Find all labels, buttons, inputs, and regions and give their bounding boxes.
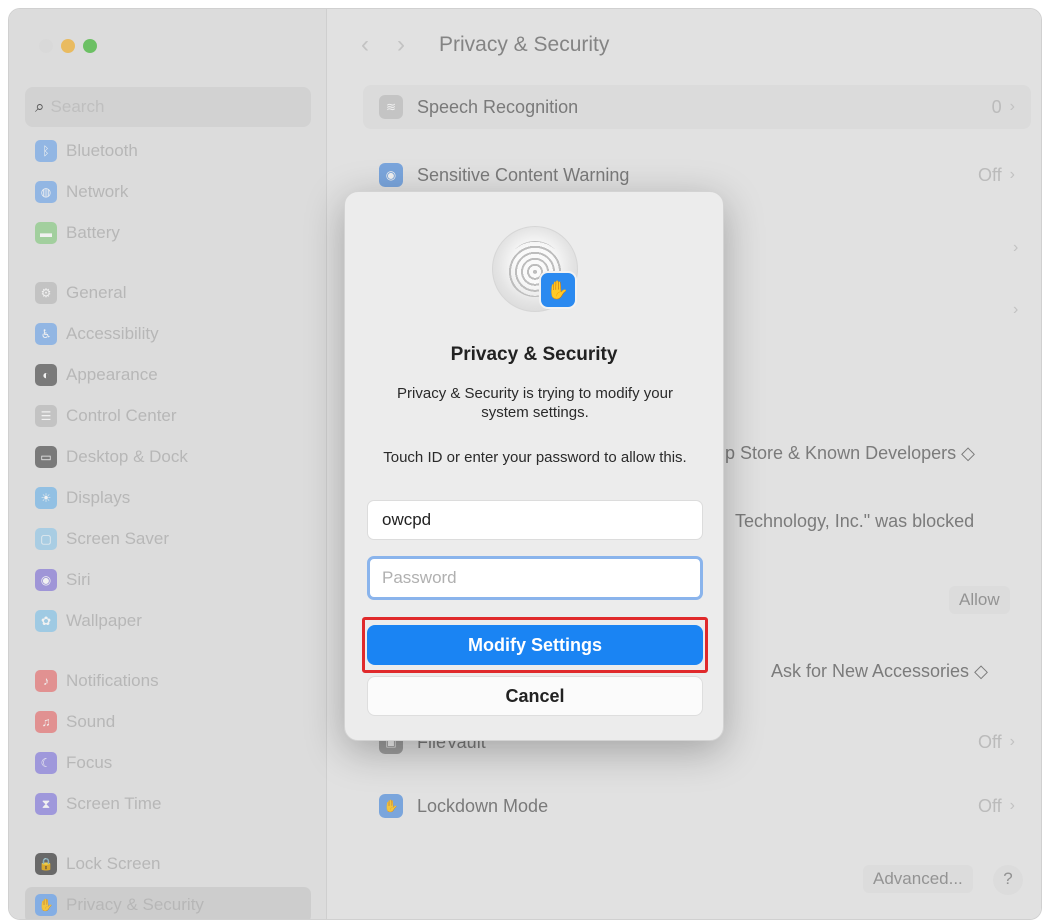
sidebar-item-lock-screen[interactable]: 🔒 Lock Screen <box>25 846 311 882</box>
password-field[interactable] <box>367 556 703 600</box>
sidebar-item-wallpaper[interactable]: ✿ Wallpaper <box>25 603 311 639</box>
speech-recognition-row[interactable]: ≋ Speech Recognition 0 › <box>363 85 1031 129</box>
page-title: Privacy & Security <box>439 33 610 56</box>
sidebar: ⌕ ᛒ Bluetooth ◍ Network ▬ Battery ⚙ General ♿ Acc… <box>9 9 327 919</box>
cancel-button[interactable]: Cancel <box>367 676 703 716</box>
sidebar-item-label: Screen Saver <box>66 529 169 548</box>
maximize-window-button[interactable] <box>83 39 97 53</box>
sidebar-item-label: Notifications <box>66 671 159 690</box>
sidebar-item-appearance[interactable]: ◐ Appearance <box>25 357 311 393</box>
moon-icon: ☾ <box>35 752 57 774</box>
help-button[interactable]: ? <box>993 865 1023 895</box>
dialog-message: Privacy & Security is trying to modify y… <box>397 385 673 421</box>
speaker-icon: ♫ <box>35 711 57 733</box>
modify-settings-button[interactable]: Modify Settings <box>367 625 703 665</box>
sidebar-item-siri[interactable]: ◉ Siri <box>25 562 311 598</box>
sidebar-item-displays[interactable]: ☀ Displays <box>25 480 311 516</box>
sidebar-item-label: General <box>66 283 127 302</box>
accessibility-icon: ♿ <box>35 323 57 345</box>
accessories-select[interactable]: Ask for New Accessories ◇ <box>771 661 988 682</box>
sidebar-item-label: Sound <box>66 712 116 731</box>
back-button[interactable]: ‹ <box>361 31 369 59</box>
waveform-icon: ≋ <box>379 95 403 119</box>
sidebar-item-label: Displays <box>66 488 131 507</box>
sidebar-item-sound[interactable]: ♫ Sound <box>25 704 311 740</box>
hand-icon: ✋ <box>539 271 577 309</box>
window-controls <box>39 39 97 53</box>
lockdown-mode-row[interactable]: ✋ Lockdown Mode Off › <box>363 785 1031 827</box>
hand-icon: ✋ <box>35 894 57 916</box>
sidebar-item-screen-saver[interactable]: ▢ Screen Saver <box>25 521 311 557</box>
search-input[interactable] <box>50 97 281 117</box>
sidebar-item-control-center[interactable]: ☰ Control Center <box>25 398 311 434</box>
auth-dialog: ✋ Privacy & Security Privacy & Security … <box>344 191 724 741</box>
screen-saver-icon: ▢ <box>35 528 57 550</box>
lock-icon: 🔒 <box>35 853 57 875</box>
sidebar-item-focus[interactable]: ☾ Focus <box>25 745 311 781</box>
advanced-button[interactable]: Advanced... <box>863 865 973 893</box>
dialog-instructions: Touch ID or enter your password to allow… <box>383 449 687 466</box>
sidebar-item-label: Appearance <box>66 365 158 384</box>
minimize-window-button[interactable] <box>61 39 75 53</box>
dialog-title: Privacy & Security <box>450 344 618 365</box>
sidebar-item-privacy-security[interactable]: ✋ Privacy & Security <box>25 887 311 919</box>
titlebar: ‹ › Privacy & Security <box>361 31 609 59</box>
siri-icon: ◉ <box>35 569 57 591</box>
sidebar-item-label: Bluetooth <box>66 141 138 160</box>
hand-icon: ✋ <box>379 794 403 818</box>
control-center-icon: ☰ <box>35 405 57 427</box>
search-icon: ⌕ <box>35 97 45 116</box>
sidebar-item-accessibility[interactable]: ♿ Accessibility <box>25 316 311 352</box>
sidebar-item-label: Siri <box>66 570 91 589</box>
sidebar-search[interactable]: ⌕ <box>25 87 311 127</box>
chevron-right-icon: › <box>1009 733 1015 750</box>
dock-icon: ▭ <box>35 446 57 468</box>
app-source-select[interactable]: p Store & Known Developers ◇ <box>725 443 975 464</box>
sidebar-item-screen-time[interactable]: ⧗ Screen Time <box>25 786 311 822</box>
appearance-icon: ◐ <box>35 364 57 386</box>
bell-icon: ♪ <box>35 670 57 692</box>
bluetooth-icon: ᛒ <box>35 140 57 162</box>
sidebar-item-battery[interactable]: ▬ Battery <box>25 215 311 251</box>
chevron-right-icon[interactable]: › <box>1013 239 1018 257</box>
username-field[interactable] <box>367 500 703 540</box>
sidebar-item-label: Network <box>66 182 129 201</box>
battery-icon: ▬ <box>35 222 57 244</box>
chevron-right-icon: › <box>1009 166 1015 183</box>
sidebar-item-desktop-dock[interactable]: ▭ Desktop & Dock <box>25 439 311 475</box>
globe-icon: ◍ <box>35 181 57 203</box>
hourglass-icon: ⧗ <box>35 793 57 815</box>
sidebar-item-label: Control Center <box>66 406 177 425</box>
gear-icon: ⚙ <box>35 282 57 304</box>
sidebar-item-bluetooth[interactable]: ᛒ Bluetooth <box>25 133 311 169</box>
eye-icon: ◉ <box>379 163 403 187</box>
sidebar-item-general[interactable]: ⚙ General <box>25 275 311 311</box>
forward-button[interactable]: › <box>397 31 405 59</box>
chevron-right-icon: › <box>1009 797 1015 814</box>
sidebar-item-label: Screen Time <box>66 794 162 813</box>
blocked-message: Technology, Inc." was blocked <box>735 511 975 531</box>
sidebar-item-label: Wallpaper <box>66 611 142 630</box>
chevron-right-icon: › <box>1009 98 1015 115</box>
flower-icon: ✿ <box>35 610 57 632</box>
sidebar-item-label: Accessibility <box>66 324 159 343</box>
sidebar-item-notifications[interactable]: ♪ Notifications <box>25 663 311 699</box>
close-window-button[interactable] <box>39 39 53 53</box>
sun-icon: ☀ <box>35 487 57 509</box>
sidebar-item-network[interactable]: ◍ Network <box>25 174 311 210</box>
chevron-right-icon[interactable]: › <box>1013 301 1018 319</box>
sidebar-item-label: Battery <box>66 223 120 242</box>
allow-button[interactable]: Allow <box>949 586 1010 614</box>
sidebar-item-label: Lock Screen <box>66 854 161 873</box>
sidebar-item-label: Privacy & Security <box>66 895 204 914</box>
sensitive-content-row[interactable]: ◉ Sensitive Content Warning Off › <box>363 155 1031 195</box>
sidebar-item-label: Focus <box>66 753 113 772</box>
sidebar-item-label: Desktop & Dock <box>66 447 188 466</box>
